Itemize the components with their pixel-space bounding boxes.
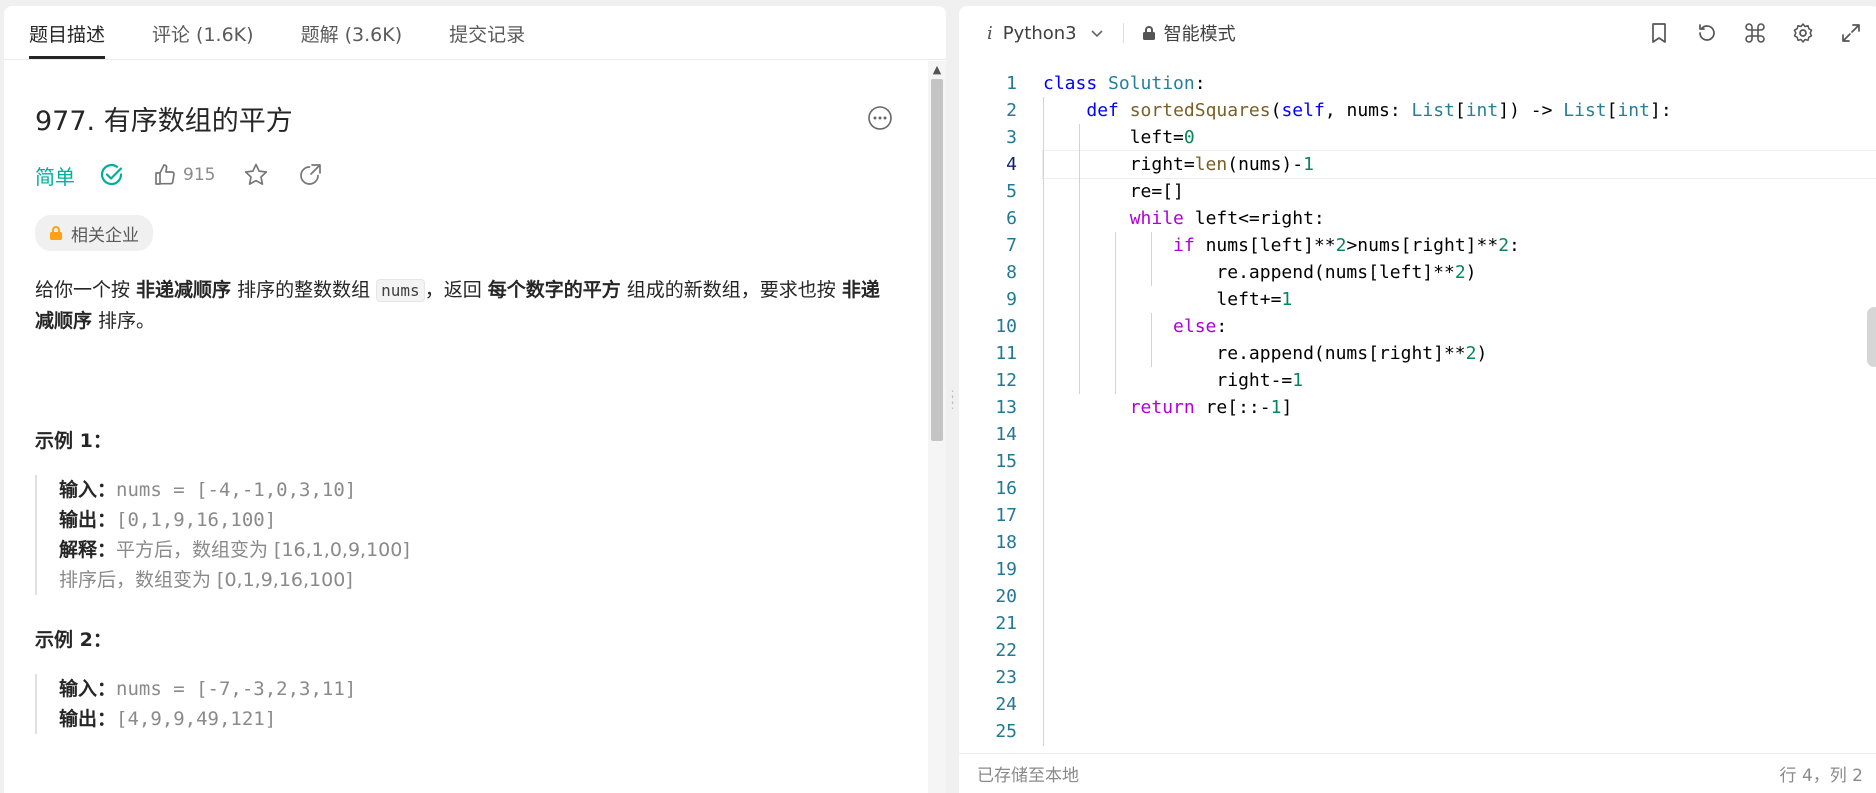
bookmark-icon[interactable]: [1647, 21, 1671, 45]
company-tag-label: 相关企业: [71, 225, 139, 246]
tab-comments[interactable]: 评论 (1.6K): [152, 20, 254, 59]
difficulty-badge: 简单: [35, 164, 75, 189]
problem-title: 977. 有序数组的平方: [35, 105, 293, 137]
scroll-up-arrow-icon[interactable]: ▲: [928, 61, 946, 79]
line-number: 18: [995, 532, 1017, 553]
command-icon[interactable]: [1743, 21, 1767, 45]
tab-solutions[interactable]: 题解 (3.6K): [301, 20, 403, 59]
problem-tabs: 题目描述 评论 (1.6K) 题解 (3.6K) 提交记录: [4, 6, 946, 60]
tab-submissions[interactable]: 提交记录: [449, 20, 525, 59]
scrollbar-thumb[interactable]: [931, 79, 943, 441]
line-number: 8: [1006, 262, 1017, 283]
code-line: while left<=right:: [1129, 208, 1325, 229]
code-line: left+=1: [1043, 289, 1293, 310]
line-number: 24: [995, 694, 1017, 715]
line-number: 4: [1006, 154, 1017, 175]
code-line: left=0: [1043, 127, 1195, 148]
line-number: 16: [995, 478, 1017, 499]
tab-description[interactable]: 题目描述: [29, 20, 106, 59]
description-scrollbar[interactable]: ▲: [928, 61, 946, 793]
line-number: 20: [995, 586, 1017, 607]
solved-check-icon: [99, 162, 125, 188]
line-number: 9: [1006, 289, 1017, 310]
code-line: re.append(nums[right]**2): [1043, 343, 1488, 364]
thumbs-up-icon: [155, 164, 175, 185]
example-title: 示例 2：: [35, 629, 112, 651]
line-number: 13: [995, 397, 1017, 418]
line-number: 22: [995, 640, 1017, 661]
line-number: 15: [995, 451, 1017, 472]
more-options-icon[interactable]: [867, 105, 893, 131]
inline-code: nums: [376, 279, 425, 302]
code-line-current: right=len(nums)-1: [1042, 150, 1876, 179]
problem-description: 给你一个按 非递减顺序 排序的整数数组 nums ，返回 每个数字的平方 组成的新…: [35, 279, 880, 332]
share-icon[interactable]: [297, 162, 323, 188]
like-count: 915: [183, 165, 216, 185]
mode-label: 智能模式: [1163, 24, 1236, 45]
code-line: def sortedSquares(self, nums: List[int])…: [1086, 100, 1672, 121]
problem-content: 977. 有序数组的平方 简单 915 相关企业 给你一个按 非递减顺序 排序的…: [4, 61, 924, 793]
line-number: 7: [1006, 235, 1017, 256]
line-number: 5: [1006, 181, 1017, 202]
line-number: 6: [1006, 208, 1017, 229]
example-title: 示例 1：: [35, 430, 112, 452]
reset-icon[interactable]: [1695, 21, 1719, 45]
settings-gear-icon[interactable]: [1791, 21, 1815, 45]
problem-panel: 题目描述 评论 (1.6K) 题解 (3.6K) 提交记录 977. 有序数组的…: [4, 6, 946, 793]
like-button[interactable]: 915: [153, 163, 215, 187]
line-number: 10: [995, 316, 1017, 337]
line-number: 2: [1006, 100, 1017, 121]
code-line: class Solution:: [1043, 73, 1206, 94]
line-number: 1: [1006, 73, 1017, 94]
code-area[interactable]: class Solution: def sortedSquares(self, …: [1042, 70, 1876, 746]
chevron-down-icon: [1091, 30, 1103, 38]
line-number: 3: [1006, 127, 1017, 148]
cursor-position: 行 4，列 2: [1779, 766, 1863, 786]
favorite-star-icon[interactable]: [243, 162, 269, 188]
code-editor[interactable]: 1 2 3 4 5 6 7 8 9 10 11 12 13 14 15 16 17 18 19 20 21 22 23 24 2…: [959, 70, 1876, 746]
smart-mode-toggle[interactable]: 智能模式: [1142, 20, 1236, 46]
line-number: 19: [995, 559, 1017, 580]
language-label: Python3: [1002, 22, 1077, 44]
code-line: else:: [1173, 316, 1228, 337]
line-number: 12: [995, 370, 1017, 391]
code-line: return re[::-1]: [1129, 397, 1293, 418]
line-number: 25: [995, 721, 1017, 742]
editor-panel: i Python3 智能模式 1 2 3 4 5 6 7 8 9 10 11 12 13 14 15 16 17…: [959, 6, 1876, 793]
expand-icon[interactable]: [1839, 21, 1863, 45]
code-line: if nums[left]**2>nums[right]**2:: [1173, 235, 1520, 256]
line-number-gutter: 1 2 3 4 5 6 7 8 9 10 11 12 13 14 15 16 17 18 19 20 21 22 23 24 2…: [959, 70, 1019, 745]
line-number: 21: [995, 613, 1017, 634]
editor-scrollbar-thumb[interactable]: [1867, 307, 1876, 367]
lock-icon: [50, 226, 62, 240]
company-tag-button[interactable]: 相关企业: [35, 215, 153, 251]
panel-splitter[interactable]: :::: [946, 387, 959, 411]
line-number: 17: [995, 505, 1017, 526]
code-line: right-=1: [1043, 370, 1304, 391]
line-number: 11: [995, 343, 1017, 364]
save-status: 已存储至本地: [977, 766, 1079, 786]
line-number: 14: [995, 424, 1017, 445]
line-number: 23: [995, 667, 1017, 688]
editor-status-bar: 已存储至本地 行 4，列 2: [959, 753, 1876, 793]
info-icon: i: [987, 22, 993, 44]
example-block: 输入：nums = [-7,-3,2,3,11] 输出：[4,9,9,49,12…: [35, 674, 893, 734]
editor-toolbar: i Python3 智能模式: [959, 6, 1876, 60]
example-block: 输入：nums = [-4,-1,0,3,10] 输出：[0,1,9,16,10…: [35, 475, 893, 595]
code-line: re.append(nums[left]**2): [1043, 262, 1477, 283]
code-line: re=[]: [1043, 181, 1184, 202]
language-select[interactable]: i Python3: [987, 23, 1105, 44]
lock-icon: [1142, 26, 1155, 40]
